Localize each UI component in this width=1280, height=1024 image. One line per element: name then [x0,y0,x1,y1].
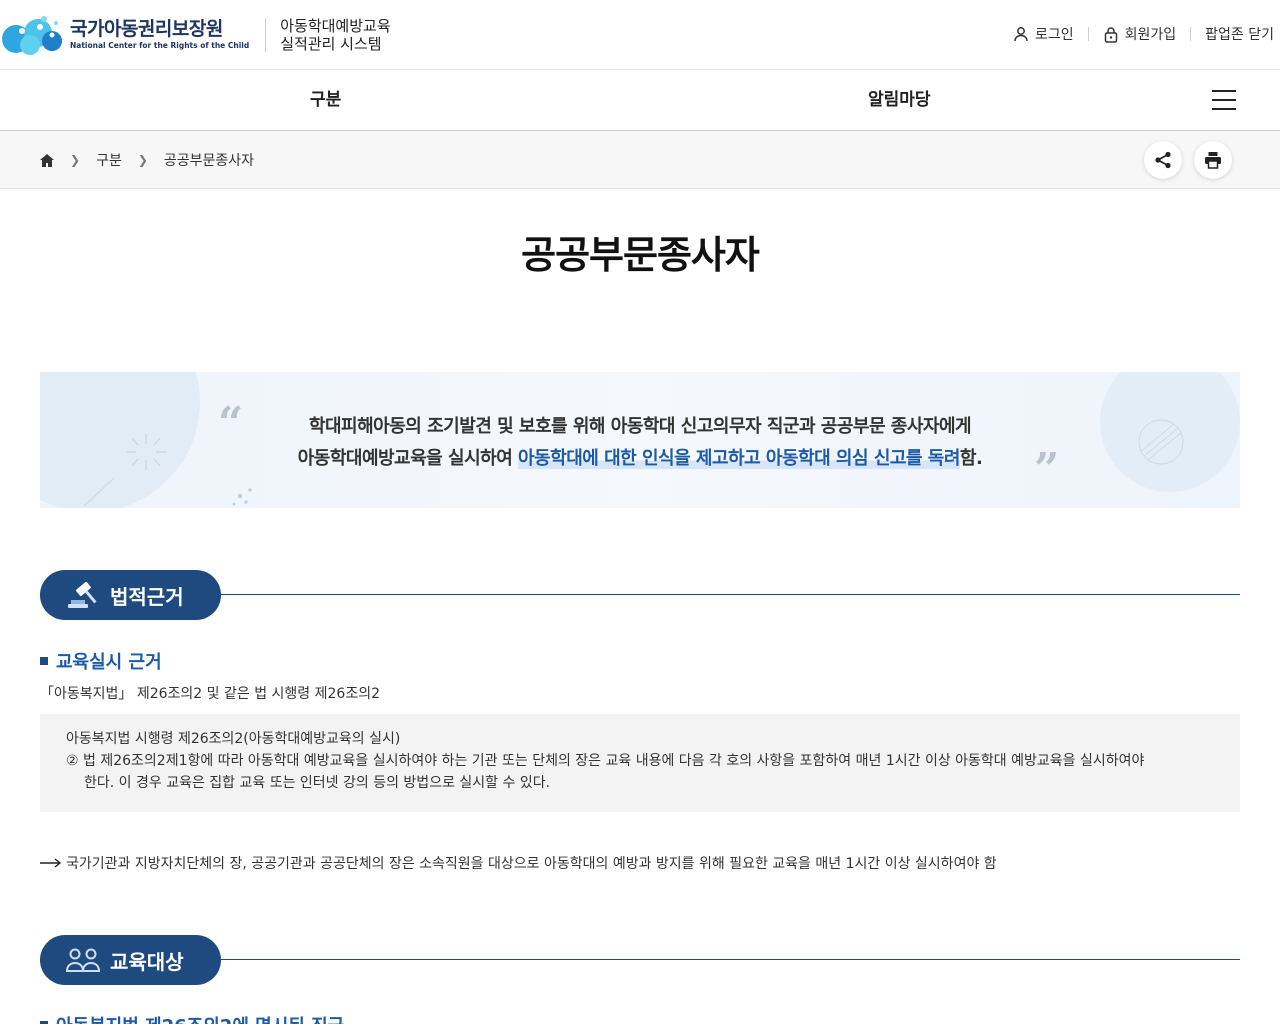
logo-english-name: National Center for the Rights of the Ch… [70,41,250,50]
dots-decoration-icon [83,477,252,507]
logo-korean-name: 국가아동권리보장원 [70,18,223,40]
logo-mark-icon [0,13,64,57]
section-header-target: 교육대상 [40,935,1240,985]
system-title: 아동학대예방교육 실적관리 시스템 [280,17,391,53]
top-header: 국가아동권리보장원 National Center for the Rights… [0,0,1280,70]
login-link[interactable]: 로그인 [1013,24,1074,44]
chevron-right-icon: ❯ [70,153,81,167]
long-arrow-right-icon [40,858,62,868]
join-link[interactable]: 회원가입 [1103,24,1176,44]
legal-note: 국가기관과 지방자치단체의 장, 공공기관과 공공단체의 장은 소속직원을 대상… [40,853,997,873]
nav-item-notice[interactable]: 알림마당 [868,70,931,130]
people-group-icon [66,948,100,972]
gavel-icon [68,581,97,608]
menu-icon[interactable] [1212,90,1236,110]
popup-close-link[interactable]: 팝업존 닫기 [1205,24,1274,44]
law-clause-line-1: ② 법 제26조의2제1항에 따라 아동학대 예방교육을 실시하여야 하는 기관… [66,753,1145,769]
user-icon [1014,27,1028,42]
law-clause-line-2: 한다. 이 경우 교육은 집합 교육 또는 인터넷 강의 등의 방법으로 실시할… [84,775,551,791]
breadcrumb-bar: ❯ 구분 ❯ 공공부문종사자 [0,131,1280,189]
logo-divider [265,18,267,52]
page-title: 공공부문종사자 [521,233,760,277]
lock-icon [1104,26,1117,43]
share-icon [1155,151,1171,169]
legal-basis-text: 「아동복지법」 제26조의2 및 같은 법 시행령 제26조의2 [40,686,380,702]
nav-item-category[interactable]: 구분 [310,70,341,130]
quote-highlight: 아동학대에 대한 인식을 제고하고 아동학대 의심 신고를 독려 [518,448,960,469]
quote-line-1: 학대피해아동의 조기발견 및 보호를 위해 아동학대 신고의무자 직군과 공공부… [308,416,972,437]
sub-title-target-occupations: 아동복지법 제26조의2에 명시된 직군 [40,1012,344,1024]
home-icon[interactable] [40,153,54,167]
utility-menu: 로그인 회원가입 팝업존 닫기 [1013,22,1274,46]
share-button[interactable] [1144,141,1182,179]
law-title: 아동복지법 시행령 제26조의2(아동학대예방교육의 실시) [66,731,401,747]
quote-line-2: 아동학대예방교육을 실시하여 아동학대에 대한 인식을 제고하고 아동학대 의심… [297,448,983,469]
breadcrumb: ❯ 구분 ❯ 공공부문종사자 [40,131,254,189]
print-button[interactable] [1194,141,1232,179]
breadcrumb-item-current[interactable]: 공공부문종사자 [164,150,254,170]
section-pill-target: 교육대상 [40,935,221,985]
chevron-right-icon: ❯ [137,153,148,167]
breadcrumb-item[interactable]: 구분 [96,150,122,170]
section-pill-legal: 법적근거 [40,570,221,620]
printer-icon [1205,152,1221,169]
main-navigation: 구분 알림마당 [0,70,1280,131]
site-logo[interactable]: 국가아동권리보장원 National Center for the Rights… [0,12,391,58]
intro-quote-box: “ ” 학대피해아동의 조기발견 및 보호를 위해 아동학대 신고의무자 직군과… [40,372,1240,508]
law-excerpt-box: 아동복지법 시행령 제26조의2(아동학대예방교육의 실시) ② 법 제26조의… [40,714,1240,812]
sub-title-education-basis: 교육실시 근거 [40,648,162,674]
section-header-legal: 법적근거 [40,570,1240,620]
